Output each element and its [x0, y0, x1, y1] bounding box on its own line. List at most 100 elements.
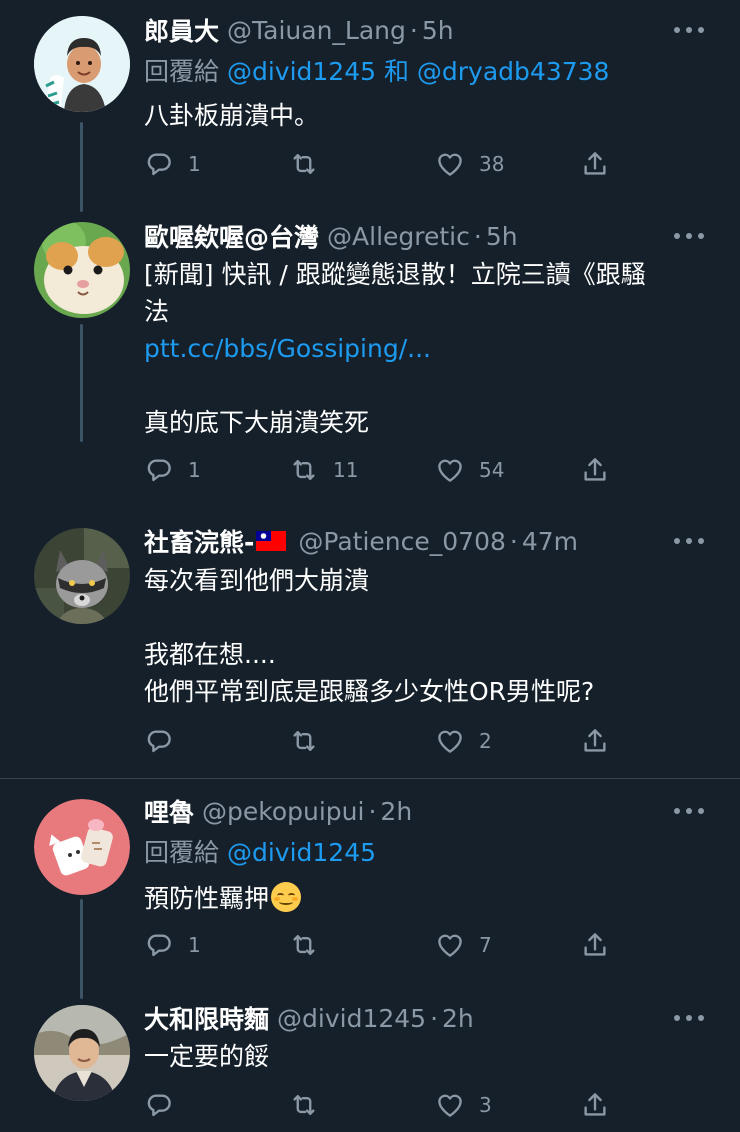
tweet-1[interactable]: 郎員大 @Taiuan_Lang · 5h 回覆給 @divid1245 和 @… [0, 0, 740, 212]
share-button[interactable] [580, 453, 610, 487]
tweet-text: [新聞] 快訊 / 跟蹤變態退散！立院三讀《跟騷 法 ptt.cc/bbs/Go… [144, 256, 700, 441]
timestamp[interactable]: 5h [486, 222, 518, 251]
separator-dot: · [509, 526, 518, 556]
display-name[interactable]: 歐喔欸喔@台灣 [144, 218, 319, 254]
hamster-avatar[interactable] [34, 222, 130, 318]
reply-button[interactable]: 1 [144, 928, 201, 962]
tweet-text-line: 每次看到他們大崩潰 [144, 566, 370, 595]
retweet-icon [289, 455, 319, 485]
tweet-5[interactable]: 大和限時麵 @divid1245 · 2h 一定要的餒 3 [0, 989, 740, 1132]
share-icon [580, 149, 610, 179]
user-handle[interactable]: @Patience_0708 [298, 527, 506, 556]
cat-cup-avatar[interactable] [34, 799, 130, 895]
tweet-text-content: 預防性羈押 [144, 884, 270, 913]
tweet-text-line: 預防性羈押 [144, 880, 700, 917]
retweet-button[interactable] [289, 928, 333, 962]
raccoon-avatar[interactable] [34, 528, 130, 624]
person-photo-avatar[interactable] [34, 1005, 130, 1101]
tweet-actions: 2 [144, 724, 614, 758]
tweet-text: 八卦板崩潰中。 [144, 97, 700, 134]
share-button[interactable] [580, 1088, 610, 1122]
separator-dot: · [473, 221, 482, 251]
user-handle[interactable]: @pekopuipui [202, 797, 364, 826]
timestamp[interactable]: 5h [422, 16, 454, 45]
relieved-face-emoji [271, 882, 302, 912]
reply-button[interactable] [144, 1088, 188, 1122]
more-options-icon[interactable] [674, 1008, 704, 1028]
more-options-icon[interactable] [674, 20, 704, 40]
tweet-text: 一定要的餒 [144, 1038, 700, 1075]
tweet-actions: 1 38 [144, 147, 614, 181]
thread-line [80, 899, 83, 999]
display-name[interactable]: 大和限時麵 [144, 1000, 269, 1036]
reply-icon [144, 455, 174, 485]
like-button[interactable]: 3 [435, 1088, 492, 1122]
taiwan-flag-icon [256, 531, 287, 551]
like-icon [435, 455, 465, 485]
reply-button[interactable] [144, 724, 188, 758]
tweet-text: 每次看到他們大崩潰 我都在想.... 他們平常到底是跟騷多少女性OR男性呢? [144, 562, 700, 710]
reply-count: 1 [188, 152, 201, 176]
share-icon [580, 930, 610, 960]
reply-count: 1 [188, 458, 201, 482]
reply-mentions[interactable]: @divid1245 和 @dryadb43738 [227, 57, 609, 86]
reply-count: 1 [188, 933, 201, 957]
retweet-button[interactable] [289, 724, 333, 758]
like-button[interactable]: 2 [435, 724, 492, 758]
share-button[interactable] [580, 147, 610, 181]
user-handle[interactable]: @Taiuan_Lang [227, 16, 406, 45]
tweet-link[interactable]: ptt.cc/bbs/Gossiping/... [144, 330, 700, 367]
display-name[interactable]: 哩魯 [144, 793, 194, 829]
reply-icon [144, 930, 174, 960]
tweet-text-line: 一定要的餒 [144, 1042, 270, 1071]
tweet-actions: 1 11 54 [144, 453, 614, 487]
tweet-header: 郎員大 @Taiuan_Lang · 5h [144, 10, 700, 50]
tweet-header: 歐喔欸喔@台灣 @Allegretic · 5h [144, 216, 700, 256]
retweet-button[interactable] [289, 147, 333, 181]
display-name[interactable]: 社畜浣熊- [144, 523, 254, 559]
retweet-count: 11 [333, 458, 359, 482]
reply-to-line: 回覆給 @divid1245 [144, 833, 376, 869]
reply-mentions[interactable]: @divid1245 [227, 838, 376, 867]
separator-dot: · [409, 15, 418, 45]
like-button[interactable]: 38 [435, 147, 504, 181]
user-handle[interactable]: @Allegretic [327, 222, 470, 251]
timestamp[interactable]: 2h [380, 797, 412, 826]
tweet-text-line: 八卦板崩潰中。 [144, 101, 320, 130]
share-icon [580, 726, 610, 756]
share-button[interactable] [580, 928, 610, 962]
tweet-header: 大和限時麵 @divid1245 · 2h [144, 998, 700, 1038]
timestamp[interactable]: 2h [442, 1004, 474, 1033]
thread-line [80, 122, 83, 212]
like-count: 38 [479, 152, 505, 176]
retweet-icon [289, 726, 319, 756]
share-button[interactable] [580, 724, 610, 758]
tweet-text: 預防性羈押 [144, 880, 700, 917]
retweet-button[interactable]: 11 [289, 453, 358, 487]
user-handle[interactable]: @divid1245 [277, 1004, 426, 1033]
tweet-actions: 3 [144, 1088, 614, 1122]
display-name[interactable]: 郎員大 [144, 12, 219, 48]
like-count: 3 [479, 1093, 492, 1117]
like-icon [435, 930, 465, 960]
tweet-3[interactable]: 社畜浣熊- @Patience_0708 · 47m 每次看到他們大崩潰 我都在… [0, 510, 740, 778]
like-icon [435, 1090, 465, 1120]
tweet-text-line: [新聞] 快訊 / 跟蹤變態退散！立院三讀《跟騷 [144, 260, 646, 289]
reply-button[interactable]: 1 [144, 453, 201, 487]
like-icon [435, 149, 465, 179]
memoji-avatar[interactable] [34, 16, 130, 112]
more-options-icon[interactable] [674, 801, 704, 821]
like-button[interactable]: 7 [435, 928, 492, 962]
reply-button[interactable]: 1 [144, 147, 201, 181]
retweet-icon [289, 1090, 319, 1120]
more-options-icon[interactable] [674, 226, 704, 246]
like-button[interactable]: 54 [435, 453, 504, 487]
more-options-icon[interactable] [674, 531, 704, 551]
timestamp[interactable]: 47m [522, 527, 578, 556]
tweet-header: 哩魯 @pekopuipui · 2h [144, 791, 700, 831]
tweet-2[interactable]: 歐喔欸喔@台灣 @Allegretic · 5h [新聞] 快訊 / 跟蹤變態退… [0, 200, 740, 510]
retweet-button[interactable] [289, 1088, 333, 1122]
tweet-4[interactable]: 哩魯 @pekopuipui · 2h 回覆給 @divid1245 預防性羈押… [0, 779, 740, 999]
like-count: 7 [479, 933, 492, 957]
reply-to-label: 回覆給 [144, 57, 220, 86]
